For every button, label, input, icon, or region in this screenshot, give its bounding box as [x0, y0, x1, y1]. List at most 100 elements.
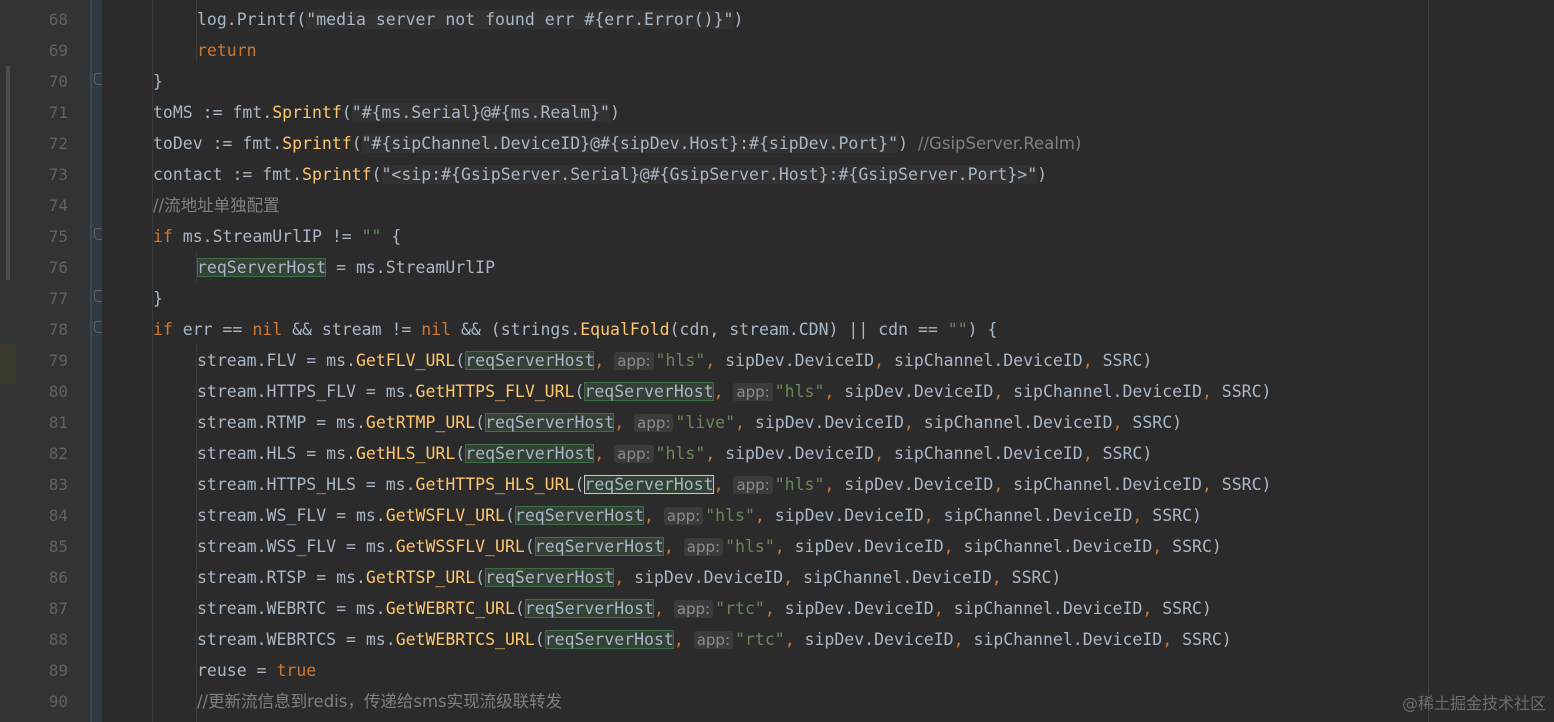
highlighted-variable: reqServerHost: [514, 506, 645, 525]
current-line-marker: [0, 344, 16, 384]
line-number: 72: [48, 134, 68, 153]
parameter-hint: app:: [693, 631, 734, 649]
code-token: SSRC): [1211, 382, 1272, 401]
code-line-77: }: [153, 289, 163, 308]
line-number: 86: [48, 568, 68, 587]
code-token: sipChannel.DeviceID: [933, 506, 1133, 525]
code-line-80: stream.HTTPS_FLV = ms.GetHTTPS_FLV_URL(r…: [197, 376, 1271, 407]
parameter-hint: app:: [614, 352, 654, 370]
code-token: stream.WS_FLV = ms.: [197, 506, 386, 525]
code-token: ,: [754, 506, 765, 525]
code-token: sipDev.DeviceID: [715, 444, 875, 463]
code-token: ,: [991, 568, 1002, 587]
line-number: 74: [48, 196, 68, 215]
highlighted-variable: reqServerHost: [465, 351, 595, 370]
line-number: 71: [48, 103, 68, 122]
code-token: ,: [993, 382, 1004, 401]
code-token: ,: [874, 444, 885, 463]
highlighted-variable: reqServerHost: [544, 630, 674, 649]
line-number: 85: [48, 537, 68, 556]
line-number: 80: [48, 382, 68, 401]
line-number: 77: [48, 289, 68, 308]
code-token: ,: [1082, 351, 1093, 370]
code-token: ,: [1201, 475, 1212, 494]
string-literal: "rtc": [735, 630, 785, 649]
string-literal: "hls": [774, 475, 825, 494]
code-token: stream.RTSP = ms.: [197, 568, 366, 587]
code-token: ,: [1201, 382, 1212, 401]
code-line-69: return: [197, 41, 257, 60]
code-token: ,: [705, 444, 716, 463]
code-token: SSRC): [1001, 568, 1062, 587]
code-token: stream.HTTPS_HLS = ms.: [197, 475, 416, 494]
code-token: ,: [1142, 599, 1153, 618]
string-literal: "hls": [774, 382, 825, 401]
string-literal: "hls": [655, 351, 706, 370]
code-token: sipChannel.DeviceID: [963, 630, 1163, 649]
line-number: 82: [48, 444, 68, 463]
code-token: stream.FLV = ms.: [197, 351, 356, 370]
code-token: stream.RTMP = ms.: [197, 413, 366, 432]
code-token: SSRC): [1092, 351, 1153, 370]
code-token: sipDev.DeviceID: [764, 506, 924, 525]
line-number: 70: [48, 72, 68, 91]
code-line-90: //更新流信息到redis，传递给sms实现流级联转发: [197, 692, 563, 711]
code-token: (: [504, 506, 515, 525]
string-literal: "hls": [725, 537, 775, 556]
code-token: (: [574, 382, 585, 401]
string-literal: "live": [675, 413, 736, 432]
highlighted-variable: reqServerHost: [485, 568, 615, 587]
code-token: sipChannel.DeviceID: [943, 599, 1143, 618]
code-editor[interactable]: log.Printf("media server not found err #…: [102, 0, 1428, 722]
highlighted-variable: reqServerHost: [524, 599, 654, 618]
parameter-hint: app:: [683, 538, 724, 556]
code-change-bar: [90, 0, 102, 722]
line-number: 69: [48, 41, 68, 60]
code-token: sipDev.DeviceID: [784, 537, 944, 556]
left-tool-strip: [0, 0, 16, 722]
parameter-hint: app:: [733, 383, 773, 401]
parameter-hint: app:: [634, 414, 674, 432]
code-token: SSRC): [1162, 537, 1222, 556]
code-token: (: [455, 351, 466, 370]
code-token: ,: [764, 599, 775, 618]
code-token: ,: [663, 537, 674, 556]
code-token: ,: [774, 537, 785, 556]
code-token: ,: [673, 630, 684, 649]
code-token: ,: [993, 475, 1004, 494]
code-token: stream.HTTPS_FLV = ms.: [197, 382, 416, 401]
code-line-72: toDev := fmt.Sprintf("#{sipChannel.Devic…: [153, 134, 1082, 153]
code-token: (: [455, 444, 466, 463]
code-token: SSRC): [1172, 630, 1232, 649]
code-token: SSRC): [1152, 599, 1212, 618]
highlighted-variable: reqServerHost: [485, 413, 615, 432]
code-token: sipChannel.DeviceID: [884, 444, 1083, 463]
code-token: ,: [713, 382, 724, 401]
code-line-70: }: [153, 72, 163, 91]
function-name: GetHTTPS_FLV_URL: [415, 382, 575, 401]
line-number: 76: [48, 258, 68, 277]
function-name: GetFLV_URL: [355, 351, 456, 370]
highlighted-variable: reqServerHost: [584, 382, 714, 401]
code-token: SSRC): [1122, 413, 1183, 432]
code-token: ,: [594, 444, 605, 463]
code-line-76: reqServerHost = ms.StreamUrlIP: [197, 258, 496, 277]
parameter-hint: app:: [673, 600, 714, 618]
function-name: GetRTSP_URL: [365, 568, 476, 587]
scroll-marker: [6, 66, 10, 280]
code-line-89: reuse = true: [197, 661, 317, 680]
string-literal: "hls": [655, 444, 706, 463]
parameter-hint: app:: [663, 507, 704, 525]
line-number: 83: [48, 475, 68, 494]
line-number: 90: [48, 692, 68, 711]
code-token: ,: [903, 413, 914, 432]
code-token: ,: [1132, 506, 1143, 525]
code-token: SSRC): [1211, 475, 1272, 494]
function-name: GetHTTPS_HLS_URL: [415, 475, 575, 494]
code-token: ,: [783, 568, 794, 587]
code-token: SSRC): [1092, 444, 1153, 463]
code-token: stream.HLS = ms.: [197, 444, 356, 463]
code-token: ,: [784, 630, 795, 649]
code-token: ,: [943, 537, 954, 556]
highlighted-variable: reqServerHost: [465, 444, 595, 463]
